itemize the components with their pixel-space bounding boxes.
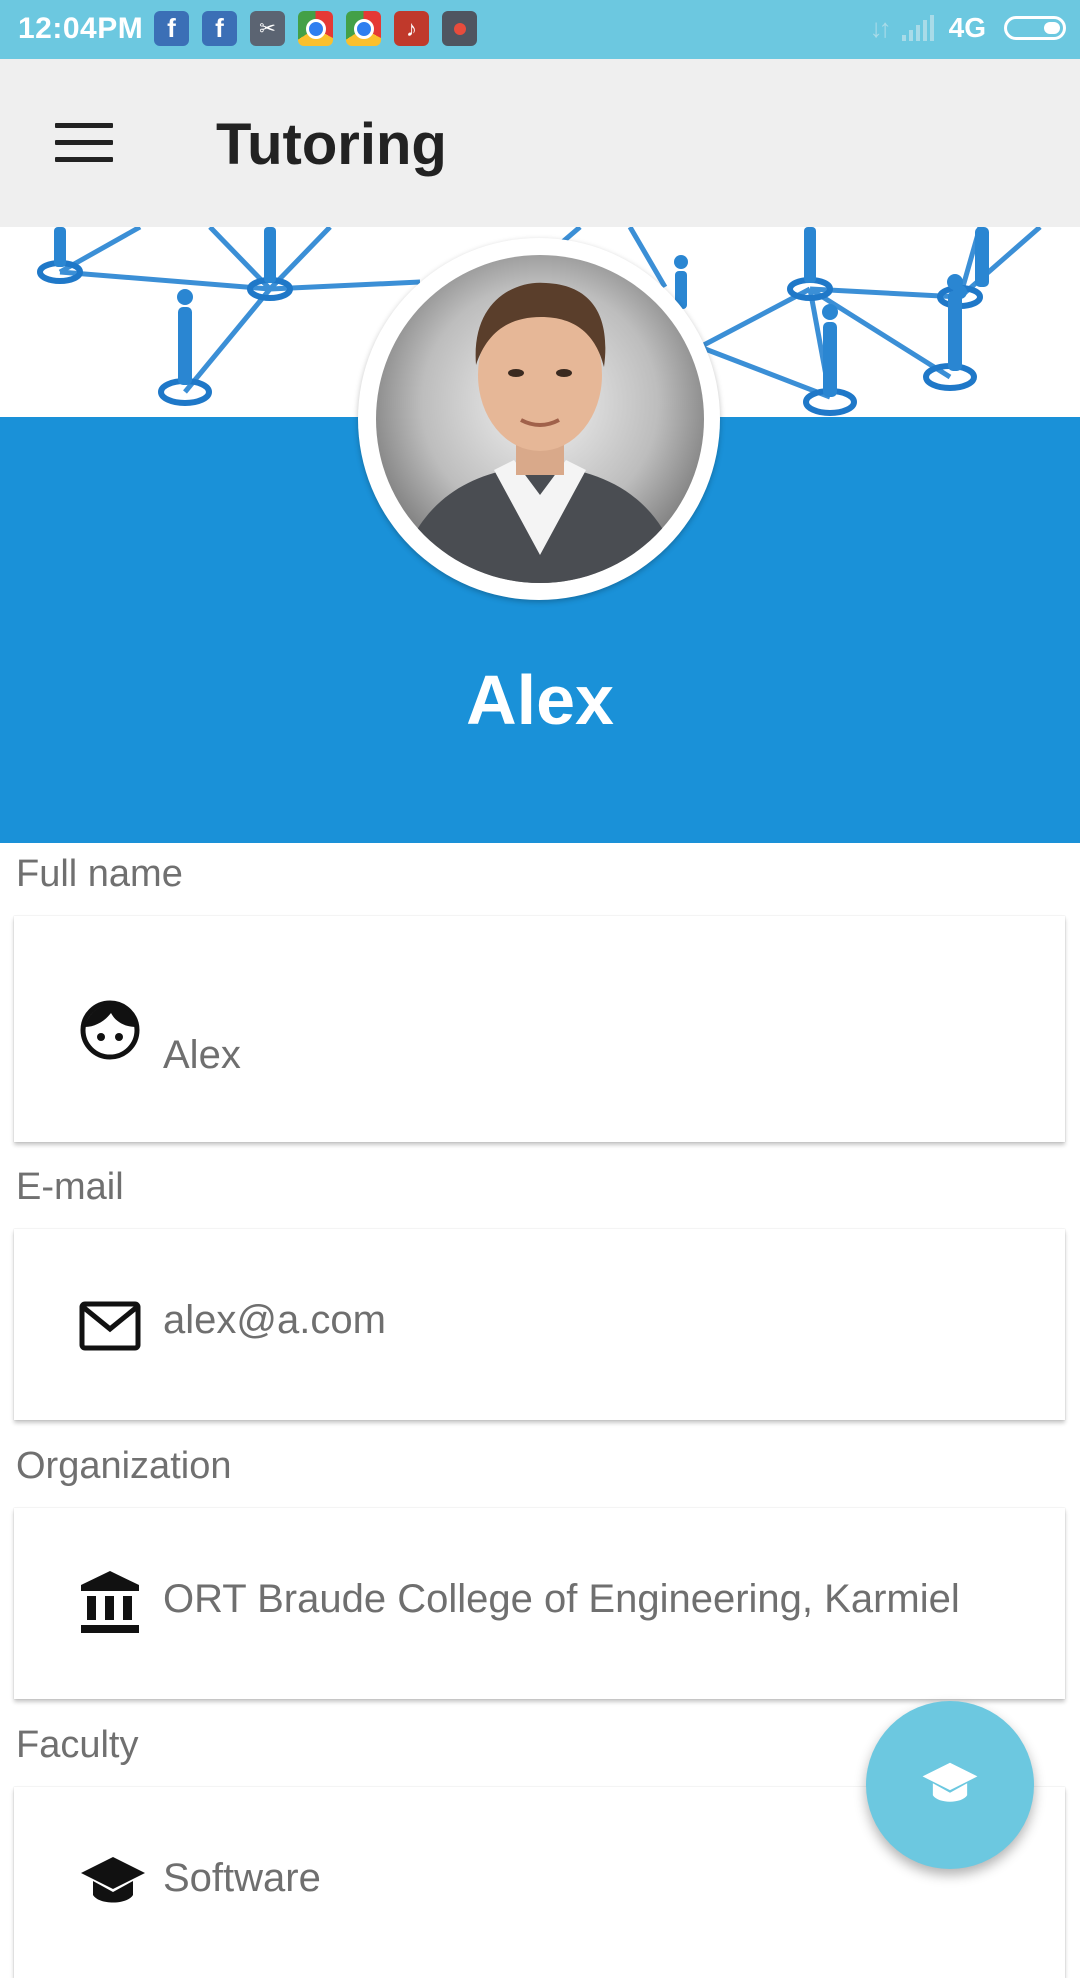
chrome-icon <box>298 11 333 46</box>
graduation-cap-icon <box>79 1855 147 1916</box>
full-name-label: Full name <box>16 853 183 895</box>
mail-icon <box>79 1301 141 1356</box>
signal-icon <box>901 15 937 41</box>
hamburger-menu-icon[interactable] <box>55 123 113 165</box>
email-card[interactable]: alex@a.com <box>14 1229 1065 1420</box>
battery-icon <box>1004 16 1066 40</box>
status-indicators: ↓↑ 4G <box>870 12 1066 44</box>
screen-recorder-icon <box>442 11 477 46</box>
status-bar: 12:04PM f f ✂ ♪ ↓↑ 4G <box>0 0 1080 59</box>
app-bar: Tutoring <box>0 59 1080 227</box>
chrome-icon <box>346 11 381 46</box>
notification-icons: f f ✂ ♪ <box>154 11 490 46</box>
graduation-cap-icon <box>922 1762 978 1802</box>
full-name-value: Alex <box>163 1033 241 1077</box>
email-value: alex@a.com <box>163 1298 386 1342</box>
avatar[interactable] <box>376 255 704 583</box>
profile-name: Alex <box>466 661 614 739</box>
scissors-app-icon: ✂ <box>250 11 285 46</box>
face-icon <box>79 999 141 1066</box>
organization-value: ORT Braude College of Engineering, Karmi… <box>163 1577 960 1621</box>
organization-label: Organization <box>16 1445 232 1487</box>
tiktok-icon: ♪ <box>394 11 429 46</box>
network-type: 4G <box>948 12 986 43</box>
education-fab-button[interactable] <box>866 1701 1034 1869</box>
faculty-value: Software <box>163 1856 321 1900</box>
organization-card[interactable]: ORT Braude College of Engineering, Karmi… <box>14 1508 1065 1699</box>
facebook-icon: f <box>154 11 189 46</box>
email-label: E-mail <box>16 1166 124 1208</box>
app-title: Tutoring <box>216 112 447 177</box>
institution-icon <box>79 1571 141 1640</box>
status-time: 12:04PM <box>18 12 144 45</box>
facebook-icon: f <box>202 11 237 46</box>
full-name-card[interactable]: Alex <box>14 916 1065 1142</box>
data-activity-icon: ↓↑ <box>869 12 892 43</box>
faculty-label: Faculty <box>16 1724 139 1766</box>
